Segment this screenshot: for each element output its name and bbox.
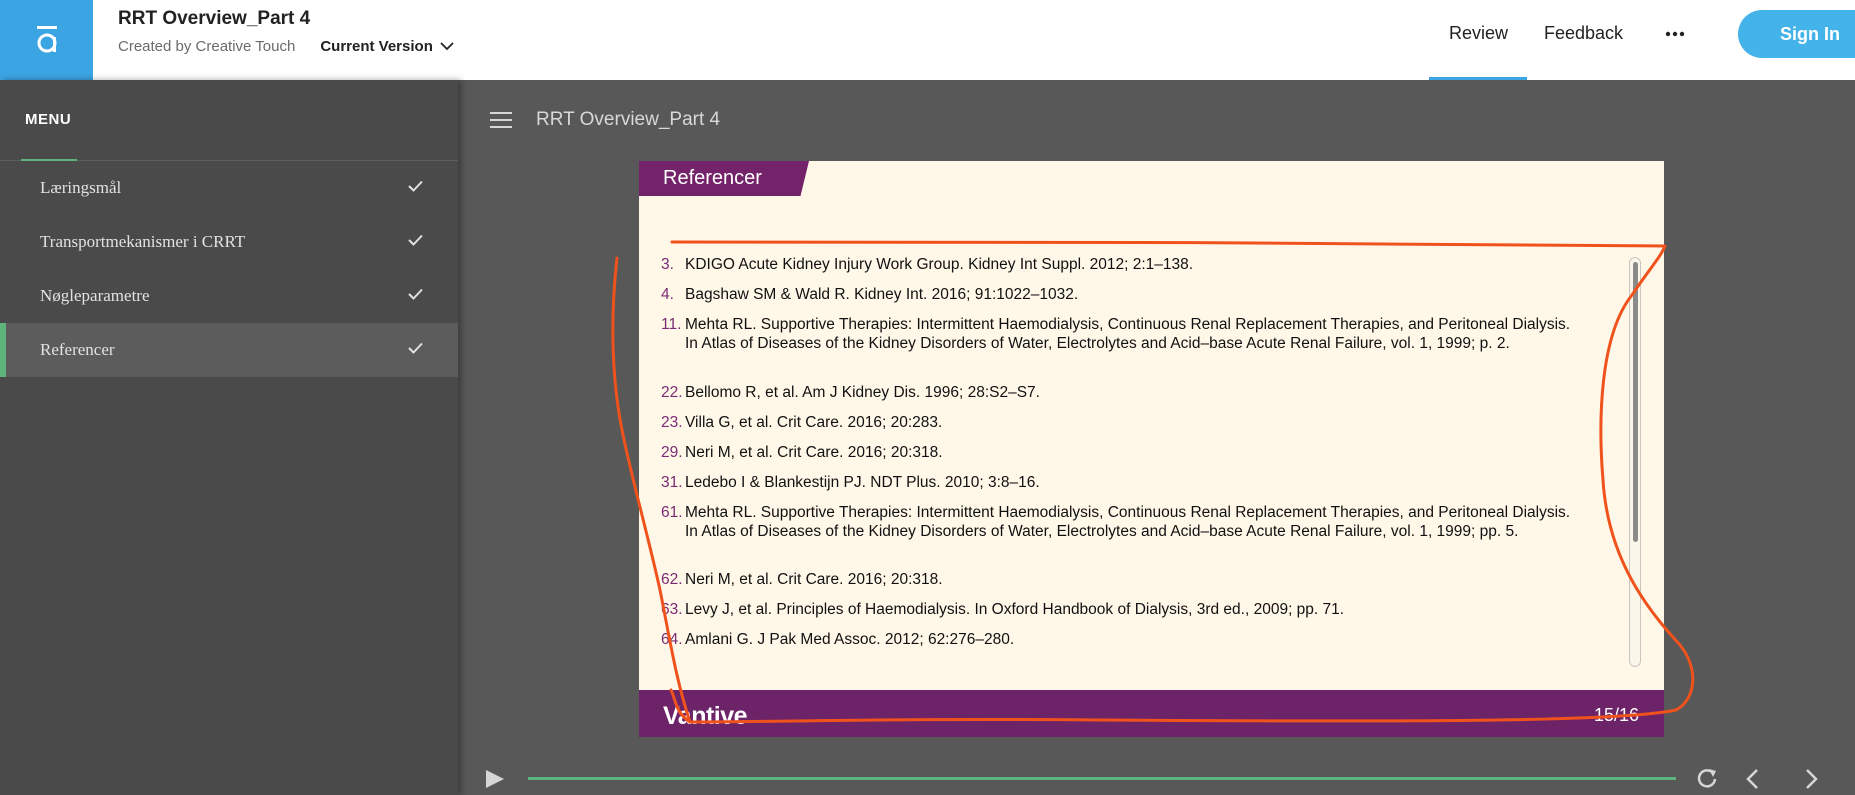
- checkmark-icon: [408, 288, 423, 300]
- reference-number: 64.: [661, 631, 683, 648]
- reference-number: 31.: [661, 474, 683, 491]
- sign-in-button[interactable]: Sign In: [1738, 10, 1855, 58]
- reference-text: Mehta RL. Supportive Therapies: Intermit…: [685, 504, 1571, 540]
- play-icon[interactable]: [484, 768, 506, 790]
- reference-number: 23.: [661, 414, 683, 431]
- replay-icon[interactable]: [1694, 766, 1720, 792]
- reference-number: 62.: [661, 571, 683, 588]
- lesson-title: RRT Overview_Part 4: [536, 109, 721, 130]
- course-creator: Created by Creative Touch: [118, 38, 296, 55]
- reference-number: 29.: [661, 444, 683, 461]
- slide-footer: Vantive 15/16: [639, 690, 1664, 737]
- reference-text: Villa G, et al. Crit Care. 2016; 20:283.: [685, 414, 943, 431]
- reference-number: 11.: [661, 316, 682, 333]
- checkmark-icon: [408, 234, 423, 246]
- reference-number: 3.: [661, 256, 674, 273]
- course-title-block: RRT Overview_Part 4 Created by Creative …: [118, 8, 454, 55]
- version-dropdown[interactable]: Current Version: [320, 38, 454, 55]
- sidebar-item-label: Nøgleparametre: [40, 286, 150, 305]
- sidebar-item-noegleparametre[interactable]: Nøgleparametre: [0, 269, 458, 323]
- version-label: Current Version: [320, 38, 433, 55]
- slide-page-indicator: 15/16: [1593, 705, 1639, 725]
- sidebar-item-label: Transportmekanismer i CRRT: [40, 232, 246, 251]
- reference-text: Neri M, et al. Crit Care. 2016; 20:318.: [685, 444, 943, 461]
- slide-section-title: Referencer: [663, 167, 762, 189]
- checkmark-icon: [408, 180, 423, 192]
- sidebar-item-transportmekanismer[interactable]: Transportmekanismer i CRRT: [0, 215, 458, 269]
- reference-number: 63.: [661, 601, 683, 618]
- references-scrollbar[interactable]: [1629, 257, 1641, 667]
- sidebar-item-label: Læringsmål: [40, 178, 122, 197]
- checkmark-icon: [408, 342, 423, 354]
- next-icon[interactable]: [1798, 766, 1824, 792]
- more-dots-icon[interactable]: [1665, 22, 1685, 46]
- reference-text: Bellomo R, et al. Am J Kidney Dis. 1996;…: [685, 384, 1040, 401]
- menu-label: MENU: [25, 111, 72, 128]
- chevron-down-icon: [440, 42, 454, 51]
- scrollbar-thumb[interactable]: [1633, 262, 1638, 542]
- brand-logo: Vantive: [663, 702, 748, 730]
- progress-bar[interactable]: [528, 777, 1676, 780]
- reference-text: Ledebo I & Blankestijn PJ. NDT Plus. 201…: [685, 474, 1040, 491]
- reference-text: KDIGO Acute Kidney Injury Work Group. Ki…: [685, 256, 1194, 273]
- review-indicator: [1429, 77, 1527, 80]
- slide: Referencer 3. KDIGO Acute Kidney Injury …: [639, 161, 1664, 737]
- sidebar-item-referencer[interactable]: Referencer: [0, 323, 458, 377]
- feedback-link[interactable]: Feedback: [1544, 23, 1623, 44]
- reference-text: Bagshaw SM & Wald R. Kidney Int. 2016; 9…: [685, 286, 1079, 303]
- hamburger-menu-icon[interactable]: [490, 112, 512, 128]
- sidebar-menu: MENU Læringsmål Transportmekanismer i CR…: [0, 80, 458, 795]
- course-title: RRT Overview_Part 4: [118, 8, 311, 29]
- references-list[interactable]: 3. KDIGO Acute Kidney Injury Work Group.…: [639, 256, 1664, 666]
- sidebar-item-laeringsmal[interactable]: Læringsmål: [0, 161, 458, 215]
- reference-number: 61.: [661, 504, 683, 521]
- reference-text: Amlani G. J Pak Med Assoc. 2012; 62:276–…: [685, 631, 1015, 648]
- logo-icon: [36, 26, 57, 53]
- app-logo[interactable]: [0, 0, 93, 80]
- reference-text: Levy J, et al. Principles of Haemodialys…: [685, 601, 1345, 618]
- reference-text: Neri M, et al. Crit Care. 2016; 20:318.: [685, 571, 943, 588]
- menu-header: MENU: [0, 80, 458, 161]
- reference-text: Mehta RL. Supportive Therapies: Intermit…: [685, 316, 1571, 352]
- review-link[interactable]: Review: [1449, 23, 1508, 44]
- sidebar-item-label: Referencer: [40, 340, 115, 359]
- reference-number: 4.: [661, 286, 674, 303]
- top-header: RRT Overview_Part 4 Created by Creative …: [0, 0, 1855, 80]
- reference-number: 22.: [661, 384, 683, 401]
- previous-icon[interactable]: [1740, 766, 1766, 792]
